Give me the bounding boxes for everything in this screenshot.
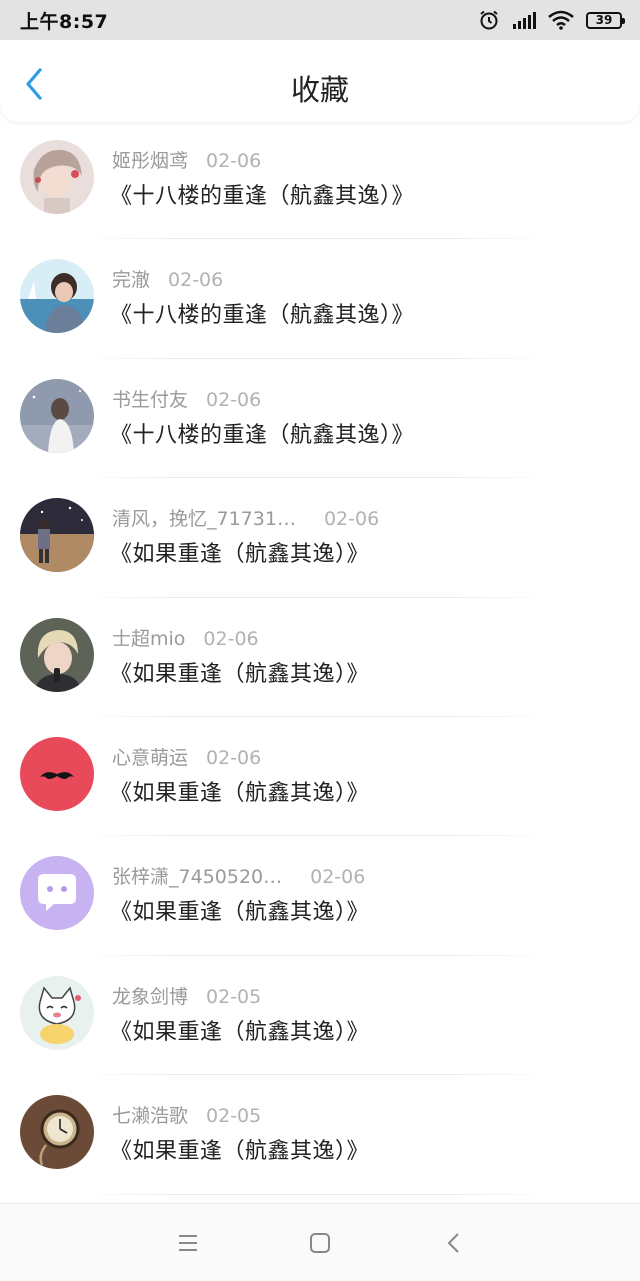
chat-bubble-avatar (20, 856, 94, 931)
menu-button[interactable] (176, 1231, 200, 1255)
girl-illustration-avatar (20, 378, 94, 453)
item-meta: 龙象剑博 02-05 (112, 982, 261, 1009)
wifi-icon (548, 10, 574, 30)
username: 心意萌运 (112, 746, 189, 769)
item-meta: 七濑浩歌 02-05 (112, 1101, 261, 1128)
list-item[interactable]: 龙象剑博 02-05 《如果重逢（航鑫其逸）》 (0, 956, 640, 1076)
back-icon (448, 1233, 459, 1253)
date: 02-06 (168, 269, 224, 292)
signal-icon (513, 12, 536, 29)
list-item[interactable]: 张梓潇_7450520… 02-06 《如果重逢（航鑫其逸）》 (0, 836, 640, 956)
avatar[interactable] (20, 736, 94, 811)
item-meta: 姬彤烟鸢 02-06 (112, 146, 261, 173)
list-item[interactable]: 七濑浩歌 02-05 《如果重逢（航鑫其逸）》 (0, 1075, 640, 1195)
date: 02-05 (206, 985, 262, 1008)
header: 收藏 (0, 40, 640, 122)
boy-by-sea-avatar (20, 259, 94, 334)
date: 02-06 (206, 388, 262, 411)
menu-icon (179, 1235, 197, 1251)
list-item[interactable]: 完澈 02-06 《十八楼的重逢（航鑫其逸）》 (0, 239, 640, 359)
page-title: 收藏 (290, 73, 349, 107)
date: 02-06 (206, 150, 262, 172)
system-back-button[interactable] (442, 1231, 466, 1255)
date: 02-06 (323, 508, 380, 531)
battery-icon: 39 (586, 11, 625, 29)
home-button[interactable] (308, 1231, 332, 1255)
avatar[interactable] (20, 856, 94, 931)
avatar[interactable] (20, 378, 94, 453)
list-item[interactable]: 士超mio 02-06 《如果重逢（航鑫其逸）》 (0, 598, 640, 717)
girl-portrait-avatar (20, 140, 94, 214)
list-item[interactable]: 心意萌运 02-06 《如果重逢（航鑫其逸）》 (0, 717, 640, 837)
username: 龙象剑博 (112, 985, 189, 1008)
system-nav-bar (0, 1203, 640, 1281)
favorite-title: 《十八楼的重逢（航鑫其逸）》 (110, 184, 415, 209)
date: 02-06 (203, 627, 259, 650)
mustache-avatar (20, 736, 94, 811)
pocket-watch-avatar (20, 1095, 94, 1170)
cartoon-cat-avatar (20, 975, 94, 1050)
home-icon (310, 1233, 330, 1253)
battery-level: 39 (595, 12, 613, 27)
item-meta: 完澈 02-06 (112, 265, 223, 292)
avatar[interactable] (20, 975, 94, 1050)
username: 七濑浩歌 (112, 1105, 189, 1128)
item-meta: 书生付友 02-06 (112, 385, 261, 412)
username: 完澈 (112, 269, 151, 292)
username: 清风，挽忆_71731… (112, 508, 296, 531)
username: 书生付友 (112, 388, 189, 411)
alarm-icon (480, 10, 498, 30)
avatar[interactable] (20, 140, 94, 214)
status-bar: 上午8:57 39 (0, 0, 640, 40)
singer-mic-avatar (20, 617, 94, 692)
username: 姬彤烟鸢 (112, 150, 189, 172)
favorite-title: 《如果重逢（航鑫其逸）》 (110, 780, 370, 806)
list-item[interactable]: 书生付友 02-06 《十八楼的重逢（航鑫其逸）》 (0, 359, 640, 479)
list-item[interactable]: 清风，挽忆_71731… 02-06 《如果重逢（航鑫其逸）》 (0, 478, 640, 598)
avatar[interactable] (20, 498, 94, 573)
username: 张梓潇_7450520… (112, 866, 283, 889)
favorite-title: 《如果重逢（航鑫其逸）》 (110, 900, 370, 926)
avatar[interactable] (20, 259, 94, 334)
item-meta: 张梓潇_7450520… 02-06 (112, 862, 365, 889)
status-icons: 39 (478, 8, 625, 32)
favorite-title: 《如果重逢（航鑫其逸）》 (110, 542, 370, 568)
item-meta: 清风，挽忆_71731… 02-06 (112, 504, 379, 531)
date: 02-06 (310, 866, 366, 889)
favorites-list: 姬彤烟鸢 02-06 《十八楼的重逢（航鑫其逸）》 完澈 02-06 《十八楼的重逢… (0, 120, 640, 1195)
favorite-title: 《如果重逢（航鑫其逸）》 (110, 1019, 370, 1045)
date: 02-05 (206, 1105, 262, 1128)
list-item[interactable]: 姬彤烟鸢 02-06 《十八楼的重逢（航鑫其逸）》 (0, 120, 640, 240)
person-field-avatar (20, 498, 94, 573)
favorite-title: 《如果重逢（航鑫其逸）》 (110, 1139, 370, 1165)
avatar[interactable] (20, 1095, 94, 1170)
item-meta: 士超mio 02-06 (112, 624, 259, 651)
favorite-title: 《十八楼的重逢（航鑫其逸）》 (110, 303, 415, 329)
item-meta: 心意萌运 02-06 (112, 743, 261, 770)
username: 士超mio (112, 627, 186, 650)
avatar[interactable] (20, 617, 94, 692)
status-time: 上午8:57 (20, 11, 109, 33)
favorite-title: 《十八楼的重逢（航鑫其逸）》 (110, 422, 415, 448)
divider (80, 1193, 550, 1195)
date: 02-06 (206, 746, 262, 769)
favorite-title: 《如果重逢（航鑫其逸）》 (110, 661, 370, 687)
